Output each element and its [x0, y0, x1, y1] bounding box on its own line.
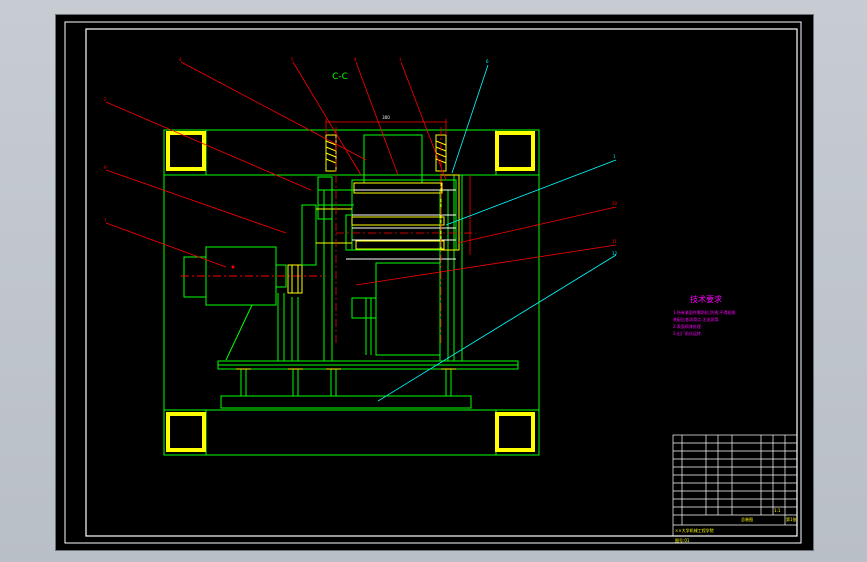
tech-requirements-title: 技术要求: [690, 294, 722, 304]
part-balloons: 4 5 8 3 6 2 9 7 1 10 11 12: [104, 57, 618, 256]
tech-requirement-line: 1.所有紧固件需防松,防锈,不得松脱.: [673, 309, 737, 315]
balloon-2: 2: [104, 97, 107, 102]
balloon-9: 9: [104, 165, 107, 170]
balloon-12: 12: [612, 251, 618, 256]
corner-mount-plates: [166, 131, 535, 452]
balloon-11: 11: [612, 239, 618, 244]
company-name: ××大学机械工程学院: [675, 527, 714, 533]
cad-viewport[interactable]: 300 C-C 4 5 8 3 6 2 9 7 1 10 11 12 技术要求 …: [55, 14, 814, 551]
springs: [325, 134, 447, 172]
sheet-number: 第1张: [786, 516, 797, 522]
section-label: C-C: [332, 72, 348, 82]
balloon-7: 7: [104, 218, 107, 223]
drawing-frame: [64, 21, 802, 544]
upper-housing: [301, 134, 457, 266]
tech-requirements: 技术要求 1.所有紧固件需防松,防锈,不得松脱. 装配后各润滑点.注油润滑. 2…: [673, 294, 737, 336]
gear-box: [346, 258, 456, 356]
title-block-text: 总装图 1:1 第1张 ××大学机械工程学院 图号:01: [675, 508, 797, 543]
balloon-6: 6: [486, 59, 489, 64]
cad-drawing: 300 C-C 4 5 8 3 6 2 9 7 1 10 11 12 技术要求 …: [64, 21, 802, 544]
tech-requirement-line: 装配后各润滑点.注油润滑.: [673, 316, 720, 322]
balloon-4: 4: [179, 57, 182, 62]
drawing-scale: 1:1: [774, 508, 781, 513]
support-legs: [225, 175, 463, 361]
tech-requirement-line: 2.表面喷漆处理.: [673, 323, 702, 329]
roll-shafts: [316, 174, 460, 251]
drawing-name: 总装图: [741, 516, 753, 522]
balloon-10: 10: [612, 201, 618, 206]
title-block: [672, 434, 798, 537]
centre-lines: [335, 127, 476, 345]
balloon-8: 8: [354, 57, 357, 62]
dimension-value: 300: [382, 115, 390, 120]
tech-requirement-line: 3.出厂前试运转.: [673, 330, 702, 336]
machine-frame: [163, 129, 540, 456]
balloon-1: 1: [613, 154, 616, 159]
base-rail: [217, 360, 519, 409]
coupling: [287, 264, 303, 294]
balloon-5: 5: [291, 57, 294, 62]
balloon-3: 3: [399, 57, 402, 62]
drawing-number: 图号:01: [675, 537, 690, 543]
drive-motor: [181, 246, 326, 306]
